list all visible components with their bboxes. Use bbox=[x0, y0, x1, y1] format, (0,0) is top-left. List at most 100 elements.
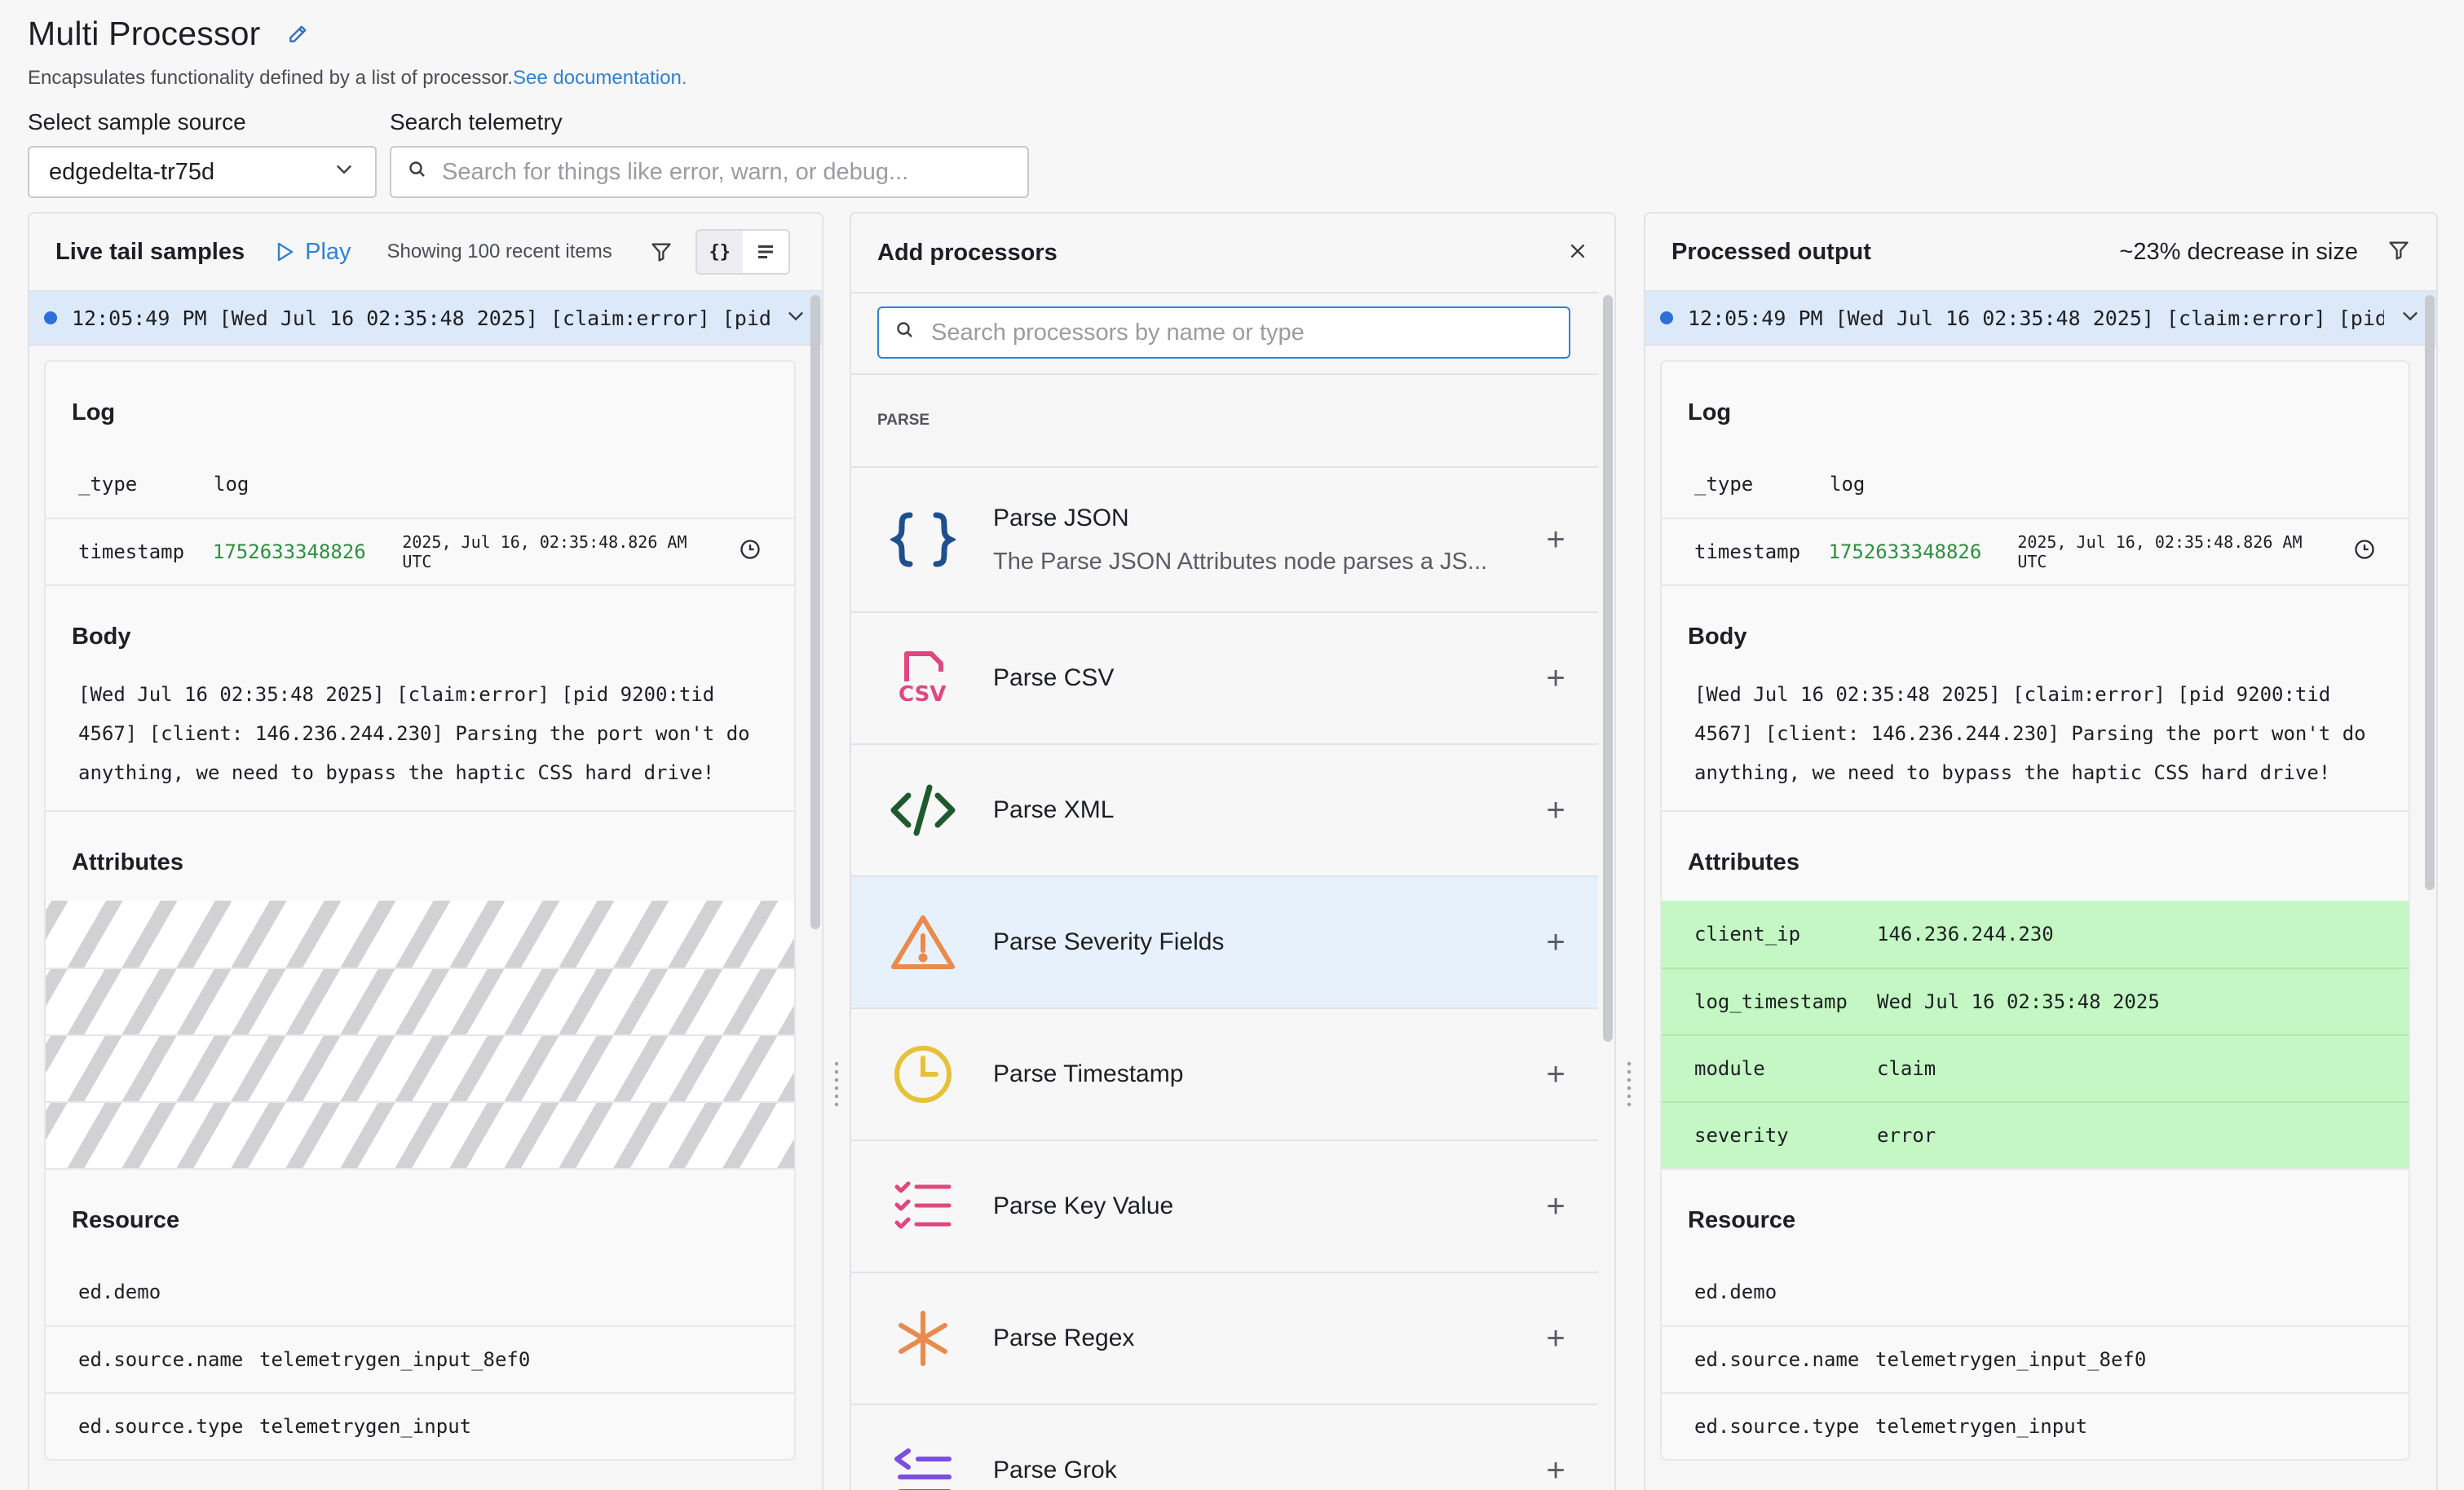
middle-scrollbar[interactable] bbox=[1603, 295, 1613, 1042]
processor-item-parse-xml[interactable]: Parse XML + bbox=[851, 745, 1598, 877]
log-entry-text: 12:05:49 PM [Wed Jul 16 02:35:48 2025] [… bbox=[72, 306, 770, 330]
processor-name: Parse Grok bbox=[993, 1457, 1117, 1483]
resource-row: ed.source.type telemetrygen_input bbox=[46, 1392, 794, 1459]
processor-info: Parse Regex bbox=[993, 1325, 1539, 1352]
warning-icon bbox=[887, 906, 959, 978]
attribute-value: Wed Jul 16 02:35:48 2025 bbox=[1877, 990, 2160, 1013]
view-toggle: {} bbox=[695, 229, 790, 275]
chevron-down-icon[interactable] bbox=[2399, 304, 2422, 332]
clock-icon bbox=[887, 1038, 959, 1110]
add-processor-button[interactable]: + bbox=[1539, 1320, 1572, 1357]
play-icon bbox=[277, 242, 294, 262]
body-text: [Wed Jul 16 02:35:48 2025] [claim:error]… bbox=[78, 683, 750, 784]
right-resize-handle[interactable] bbox=[1626, 1060, 1632, 1109]
processor-name: Parse Timestamp bbox=[993, 1060, 1184, 1087]
add-processor-button[interactable]: + bbox=[1539, 1453, 1572, 1489]
processor-description: The Parse JSON Attributes node parses a … bbox=[993, 548, 1488, 575]
filter-icon[interactable] bbox=[2387, 239, 2410, 266]
resource-value: telemetrygen_input bbox=[1875, 1415, 2088, 1438]
play-button[interactable]: Play bbox=[276, 239, 351, 266]
live-tail-panel: Live tail samples Play Showing 100 recen… bbox=[28, 212, 824, 1490]
search-telemetry-placeholder: Search for things like error, warn, or d… bbox=[442, 158, 909, 185]
attribute-placeholder-row bbox=[46, 1034, 794, 1101]
description-text: Encapsulates functionality defined by a … bbox=[28, 67, 514, 89]
resource-value: telemetrygen_input_8ef0 bbox=[1875, 1348, 2147, 1371]
search-icon bbox=[408, 159, 427, 186]
timestamp-row: timestamp 1752633348826 2025, Jul 16, 02… bbox=[1662, 518, 2409, 584]
resource-row: ed.source.type telemetrygen_input bbox=[1662, 1392, 2409, 1459]
json-view-button[interactable]: {} bbox=[696, 231, 743, 273]
processor-name: Parse Severity Fields bbox=[993, 928, 1225, 955]
attribute-placeholder-row bbox=[46, 968, 794, 1034]
processor-info: Parse Timestamp bbox=[993, 1060, 1539, 1088]
attribute-placeholder-row bbox=[46, 1101, 794, 1168]
search-icon bbox=[895, 320, 915, 346]
parse-section-label: PARSE bbox=[851, 373, 1598, 468]
close-icon[interactable] bbox=[1567, 240, 1588, 266]
chevron-down-icon[interactable] bbox=[784, 304, 807, 332]
resource-key: ed.source.name bbox=[78, 1348, 244, 1371]
attributes-section-title: Attributes bbox=[46, 810, 794, 901]
resource-key: ed.source.type bbox=[1694, 1415, 1860, 1438]
type-key: _type bbox=[78, 473, 138, 496]
search-telemetry-label: Search telemetry bbox=[390, 109, 563, 134]
processor-item-parse-timestamp[interactable]: Parse Timestamp + bbox=[851, 1009, 1598, 1141]
processor-info: Parse Grok bbox=[993, 1457, 1539, 1484]
log-entry-row[interactable]: 12:05:49 PM [Wed Jul 16 02:35:48 2025] [… bbox=[29, 292, 822, 346]
add-processor-button[interactable]: + bbox=[1539, 1188, 1572, 1225]
processed-output-panel: Processed output ~23% decrease in size 1… bbox=[1644, 212, 2438, 1490]
processor-info: Parse CSV bbox=[993, 664, 1539, 692]
showing-count: Showing 100 recent items bbox=[386, 240, 612, 262]
attribute-row: severity error bbox=[1662, 1101, 2409, 1168]
attribute-value: claim bbox=[1877, 1057, 1936, 1080]
add-processor-button[interactable]: + bbox=[1539, 522, 1572, 558]
live-tail-title: Live tail samples bbox=[55, 238, 245, 265]
resource-key: ed.source.type bbox=[78, 1415, 244, 1438]
left-resize-handle[interactable] bbox=[833, 1060, 840, 1109]
type-value: log bbox=[214, 473, 249, 496]
processor-search-placeholder: Search processors by name or type bbox=[931, 319, 1305, 346]
processor-item-parse-csv[interactable]: CSV Parse CSV + bbox=[851, 613, 1598, 745]
processor-info: Parse Key Value bbox=[993, 1192, 1539, 1220]
asterisk-icon bbox=[887, 1303, 959, 1374]
type-key: _type bbox=[1694, 473, 1754, 496]
attribute-placeholder-row bbox=[46, 901, 794, 968]
lines-icon bbox=[757, 245, 773, 258]
pencil-icon[interactable] bbox=[284, 20, 311, 48]
output-log-entry-row[interactable]: 12:05:49 PM [Wed Jul 16 02:35:48 2025] [… bbox=[1645, 292, 2436, 346]
processor-info: Parse JSON The Parse JSON Attributes nod… bbox=[993, 505, 1539, 575]
left-scrollbar[interactable] bbox=[810, 295, 820, 929]
resource-section-title: Resource bbox=[46, 1168, 794, 1259]
filter-icon[interactable] bbox=[650, 240, 673, 263]
body-section-title: Body bbox=[1662, 584, 2409, 675]
clock-icon[interactable] bbox=[2353, 538, 2376, 566]
add-processor-button[interactable]: + bbox=[1539, 1056, 1572, 1093]
documentation-link[interactable]: See documentation. bbox=[513, 67, 687, 89]
log-detail-card: Log _type log timestamp 1752633348826 20… bbox=[44, 360, 796, 1461]
clock-icon[interactable] bbox=[739, 538, 762, 566]
live-tail-header: Live tail samples Play Showing 100 recen… bbox=[29, 214, 822, 292]
processor-search-input[interactable]: Search processors by name or type bbox=[877, 306, 1570, 359]
text-view-button[interactable] bbox=[742, 231, 788, 273]
right-scrollbar[interactable] bbox=[2425, 295, 2435, 890]
processor-item-parse-json[interactable]: Parse JSON The Parse JSON Attributes nod… bbox=[851, 468, 1598, 613]
processor-item-parse-grok[interactable]: Parse Grok + bbox=[851, 1405, 1598, 1490]
sample-source-select[interactable]: edgedelta-tr75d bbox=[28, 146, 377, 198]
add-processor-button[interactable]: + bbox=[1539, 660, 1572, 697]
live-dot-icon bbox=[44, 311, 57, 324]
type-value: log bbox=[1830, 473, 1866, 496]
processor-item-parse-key-value[interactable]: Parse Key Value + bbox=[851, 1141, 1598, 1273]
attribute-key: severity bbox=[1694, 1124, 1789, 1147]
processor-item-parse-regex[interactable]: Parse Regex + bbox=[851, 1273, 1598, 1405]
chevron-down-icon bbox=[333, 157, 355, 187]
timestamp-value: 1752633348826 bbox=[212, 540, 366, 563]
add-processor-button[interactable]: + bbox=[1539, 792, 1572, 829]
log-section-title: Log bbox=[72, 399, 116, 425]
attribute-key: client_ip bbox=[1694, 923, 1801, 946]
processor-item-parse-severity[interactable]: Parse Severity Fields + bbox=[851, 877, 1598, 1009]
timestamp-value: 1752633348826 bbox=[1828, 540, 1982, 563]
search-telemetry-input[interactable]: Search for things like error, warn, or d… bbox=[390, 146, 1029, 198]
processor-search-wrap: Search processors by name or type bbox=[851, 292, 1598, 359]
attribute-key: module bbox=[1694, 1057, 1765, 1080]
add-processor-button[interactable]: + bbox=[1539, 924, 1572, 961]
